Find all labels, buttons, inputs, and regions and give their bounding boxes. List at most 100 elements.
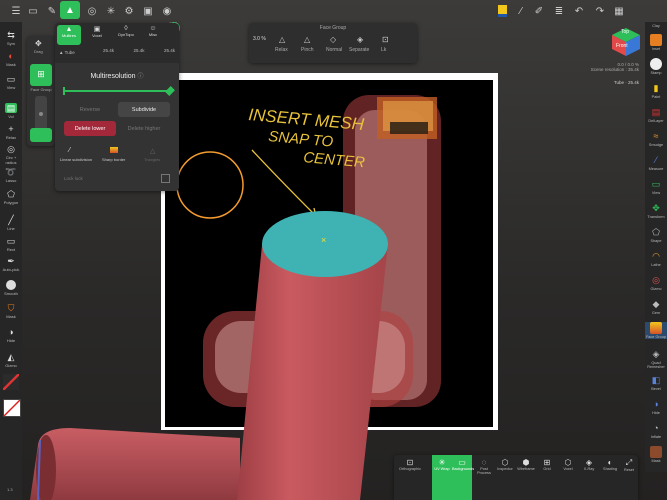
subdivide-button[interactable]: Subdivide xyxy=(118,102,170,117)
lock-checkbox[interactable] xyxy=(161,174,170,183)
linear-subdivision-icon[interactable]: ⁄ xyxy=(69,147,70,154)
line-tool[interactable]: ╱ Line xyxy=(0,215,22,231)
move-icon[interactable]: ✥ xyxy=(35,39,42,48)
separate-label: Separate xyxy=(349,47,370,53)
face-group-title: Face Group xyxy=(319,25,347,31)
face-group-tool-right[interactable]: Face Group xyxy=(645,322,667,339)
intensity-slider-fill[interactable] xyxy=(30,128,52,142)
measure-tool[interactable]: ⁄ Measure xyxy=(645,154,667,171)
scene-object-label: Tube · 25.4k xyxy=(613,80,639,85)
layers-icon[interactable]: ≣ xyxy=(552,4,566,18)
normal-icon[interactable]: ◇ xyxy=(330,35,336,44)
inflate-tool[interactable]: ◔ Inflate xyxy=(645,422,667,439)
view-tool-right[interactable]: ▭ View xyxy=(645,178,667,195)
orientation-gizmo[interactable]: Top Front xyxy=(610,26,642,58)
mask-tool-2[interactable]: ⛉ Mask xyxy=(0,303,22,319)
folder-icon[interactable]: ▭ xyxy=(26,4,40,18)
shape-tool[interactable]: ⬠ Shape xyxy=(645,226,667,243)
lock-icon[interactable]: ⊡ xyxy=(382,35,389,44)
inspector-toggle[interactable]: ⬡ Inspector xyxy=(495,458,515,471)
xray-icon: ◈ xyxy=(585,458,593,467)
background-icon: ▭ xyxy=(458,458,466,467)
face-group-tool-button[interactable]: ⊞ xyxy=(30,64,52,86)
tab-dyntopo[interactable]: ◊ DynTopo xyxy=(113,25,139,45)
secondary-color-icon[interactable] xyxy=(3,399,21,417)
transform-tool[interactable]: ✥ Transform xyxy=(645,202,667,219)
view-icon: ▭ xyxy=(6,74,16,84)
face-group-percent[interactable]: 3.0 % xyxy=(253,36,266,42)
resolution-slider[interactable] xyxy=(63,90,171,92)
gear-icon[interactable]: ⚙ xyxy=(122,4,136,18)
measure-icon: ⁄ xyxy=(655,155,657,165)
sculpt-icon[interactable]: ▲ xyxy=(60,1,80,19)
quad-remesher-tool[interactable]: ◈ Quad Remesher xyxy=(645,348,667,369)
pinch-icon[interactable]: △ xyxy=(304,35,310,44)
stamp-brush[interactable]: Stamp xyxy=(645,58,667,75)
xray-toggle[interactable]: ◈ X-Ray xyxy=(579,458,599,471)
rect-tool[interactable]: ▭ Rect xyxy=(0,236,22,252)
triangles-icon[interactable]: △ xyxy=(150,147,155,155)
wireframe-toggle[interactable]: ⬢ Wireframe xyxy=(516,458,536,471)
lasso-icon: ➰ xyxy=(5,167,17,177)
reverse-button[interactable]: Reverse xyxy=(64,102,116,117)
gizmo-tool-right[interactable]: ◎ Gizmo xyxy=(645,274,667,291)
orthographic-toggle[interactable]: ⊡ Orthographic xyxy=(398,458,422,471)
undo-icon[interactable]: ↶ xyxy=(572,4,586,18)
shading-toggle[interactable]: ◐ Shading xyxy=(600,458,620,471)
delete-higher-button[interactable]: Delete higher xyxy=(118,121,170,136)
eyedropper-icon[interactable]: ✐ xyxy=(532,4,546,18)
delete-lower-button[interactable]: Delete lower xyxy=(64,121,116,136)
redo-icon[interactable]: ↷ xyxy=(593,4,607,18)
symmetry-tool[interactable]: ⇆ Sym xyxy=(0,30,22,46)
gizmo-tool[interactable]: ◭ Gizmo xyxy=(0,352,22,368)
stats-row: 25.4k 25.4k 25.4k xyxy=(103,48,175,53)
gem-tool[interactable]: ◆ Gem xyxy=(645,298,667,315)
sun-icon[interactable]: ✳ xyxy=(104,4,118,18)
brush-icon[interactable]: ⁄ xyxy=(514,4,528,18)
grid-icon[interactable]: ▦ xyxy=(612,4,626,18)
relax-tool[interactable]: + Relax xyxy=(0,124,22,140)
vol-tool[interactable]: ▤ Vol xyxy=(0,103,22,119)
post-process-toggle[interactable]: ◌ Post Process xyxy=(474,458,494,475)
clay-brush[interactable]: Clay xyxy=(645,24,667,28)
tab-multires[interactable]: ▲ Multires xyxy=(57,25,81,45)
top-toolbar: ☰ ▭ ✎ ▲ ◎ ✳ ⚙ ▣ ◉ ⛓ ⁄ ✐ ≣ ↶ ↷ ▦ xyxy=(0,0,667,34)
hide-tool[interactable]: ◑ Hide xyxy=(0,327,22,343)
image-icon[interactable]: ▣ xyxy=(141,4,155,18)
color-swatch-icon[interactable] xyxy=(495,4,509,18)
camera-view-icon: ▭ xyxy=(651,179,661,189)
uv-wrap-toggle[interactable]: ✳ UV Wrap xyxy=(432,455,452,500)
color-picker-icon[interactable] xyxy=(3,374,19,390)
sharp-border-icon[interactable] xyxy=(110,147,118,153)
mask-tool-right[interactable]: Mask xyxy=(645,446,667,463)
inset-brush[interactable]: Inset xyxy=(645,34,667,51)
tab-voxel[interactable]: ▣ Voxel xyxy=(85,25,109,45)
normal-label: Normal xyxy=(326,47,343,53)
lasso-tool[interactable]: ➰ Lasso xyxy=(0,167,22,183)
scene-icon[interactable]: ☰ xyxy=(9,4,23,18)
view-tool[interactable]: ▭ View xyxy=(0,74,22,90)
smudge-brush[interactable]: ≈ Smudge xyxy=(645,130,667,147)
voxel-toggle[interactable]: ⬡ Voxel xyxy=(558,458,578,471)
dellayer-brush[interactable]: ▤ DelLayer xyxy=(645,106,667,123)
polygon-tool[interactable]: ⬠ Polygon xyxy=(0,189,22,205)
camera-icon[interactable]: ◉ xyxy=(160,4,174,18)
relax-icon[interactable]: △ xyxy=(279,35,285,44)
globe-icon[interactable]: ◎ xyxy=(85,4,99,18)
mask-tool[interactable]: ◐ Mask xyxy=(0,51,22,67)
reset-button[interactable]: ⤢ Reset xyxy=(620,458,638,472)
paint-brush[interactable]: ▮ Paint xyxy=(645,82,667,99)
backgrounds-toggle[interactable]: ▭ Backgrounds xyxy=(452,455,474,500)
bevel-tool[interactable]: ◧ Bevel xyxy=(645,374,667,391)
transform-icon: ✥ xyxy=(652,203,660,213)
circle-radius-tool[interactable]: ◎ Circ + radius xyxy=(0,144,22,165)
auto-pick-tool[interactable]: ✒ Auto-pick xyxy=(0,256,22,272)
hide-tool-right[interactable]: ◑ Hide xyxy=(645,398,667,415)
smooth-tool[interactable]: Smooth xyxy=(0,280,22,296)
tab-misc[interactable]: ☺ Misc xyxy=(141,25,165,45)
lathe-tool[interactable]: ◠ Lathe xyxy=(645,250,667,267)
pen-icon[interactable]: ✎ xyxy=(45,4,59,18)
help-icon: ⓘ xyxy=(137,74,144,80)
separate-icon[interactable]: ◈ xyxy=(357,35,363,44)
grid-toggle[interactable]: ⊞ Grid xyxy=(537,458,557,471)
